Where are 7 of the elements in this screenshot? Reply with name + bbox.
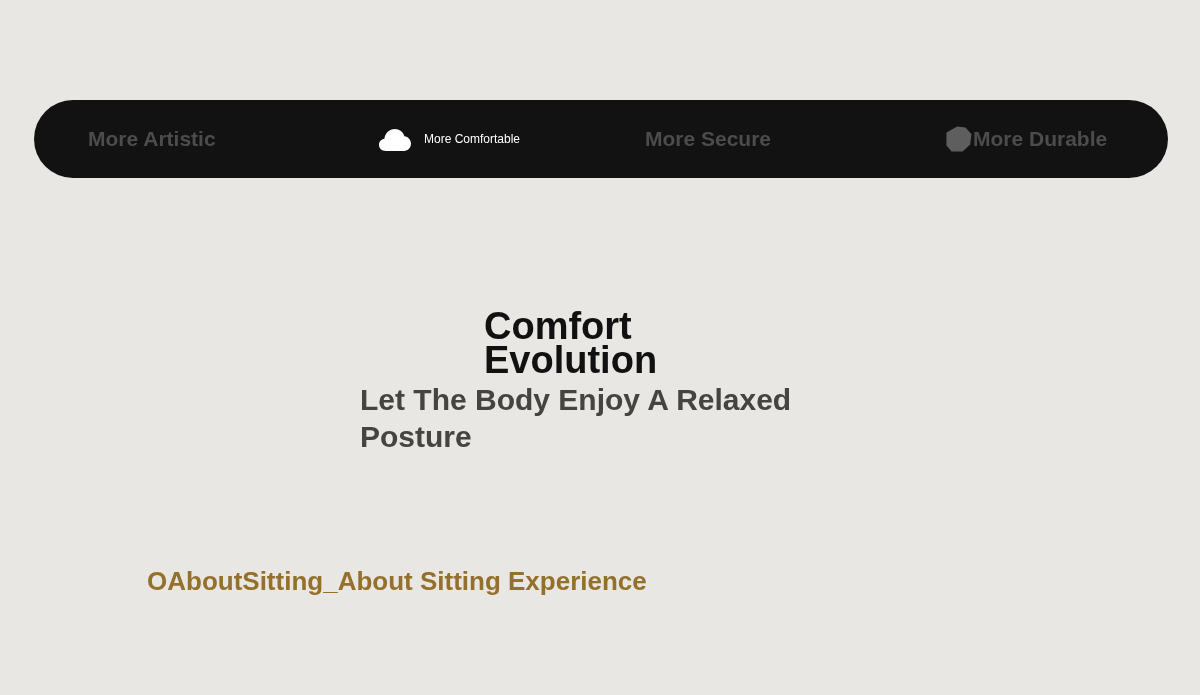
tab[interactable]: More Durable — [946, 126, 1108, 152]
subheading: Let The Body Enjoy A Relaxed Posture — [360, 382, 793, 455]
tab[interactable]: More Comfortable — [379, 127, 521, 151]
section-title: OAboutSitting_About Sitting Experience — [147, 565, 647, 597]
tab[interactable]: More Artistic — [88, 126, 216, 152]
headline: Comfort Evolution — [484, 309, 659, 377]
tab[interactable]: More Secure — [645, 126, 772, 152]
